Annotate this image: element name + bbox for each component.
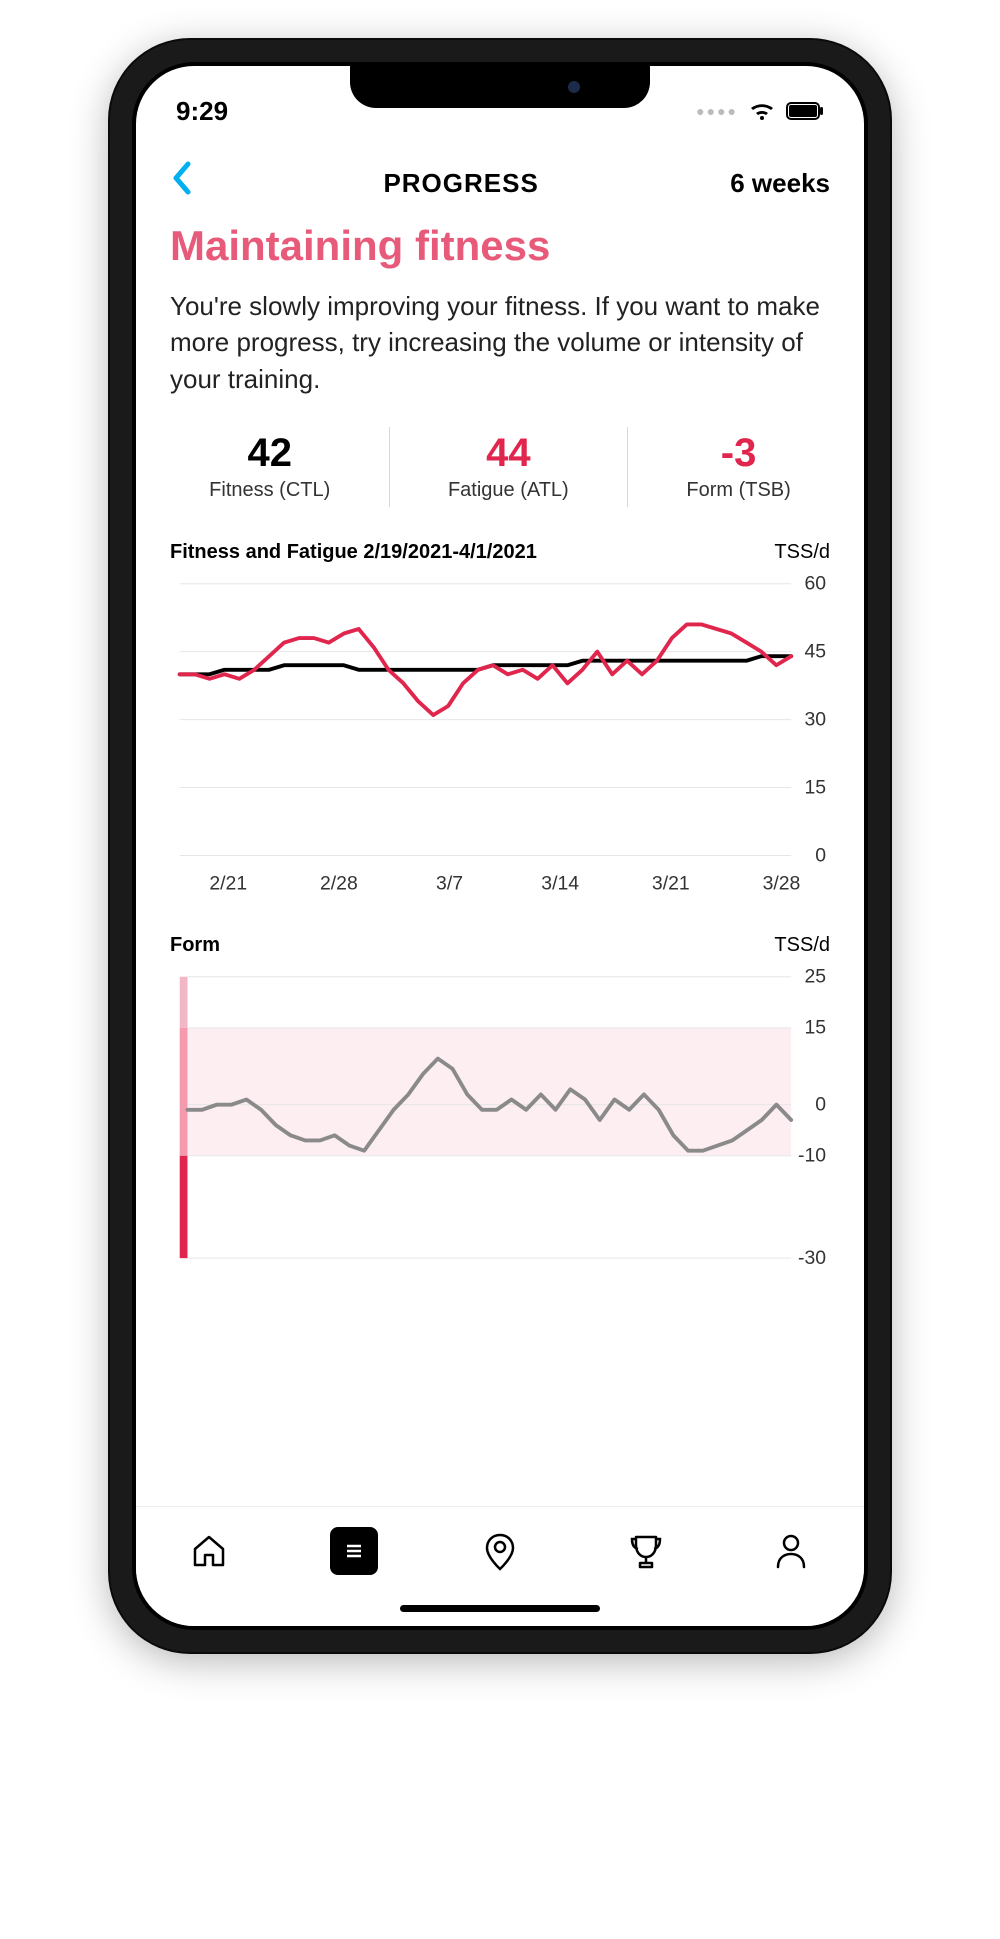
- cell-signal-icon: ●●●●: [696, 103, 738, 119]
- tab-trophy[interactable]: [622, 1527, 670, 1575]
- svg-text:3/7: 3/7: [436, 873, 463, 895]
- nav-header: PROGRESS 6 weeks: [136, 136, 864, 216]
- svg-text:0: 0: [815, 1094, 826, 1116]
- metric-form-label: Form (TSB): [686, 479, 790, 502]
- metric-fatigue-value: 44: [448, 433, 569, 473]
- svg-text:30: 30: [805, 709, 827, 731]
- svg-text:-30: -30: [798, 1247, 826, 1268]
- status-body: You're slowly improving your fitness. If…: [170, 288, 830, 397]
- chart1-unit: TSS/d: [774, 541, 830, 564]
- divider: [627, 427, 628, 507]
- svg-text:0: 0: [815, 844, 826, 866]
- svg-text:3/28: 3/28: [763, 873, 801, 895]
- tab-profile[interactable]: [767, 1527, 815, 1575]
- svg-text:15: 15: [805, 1017, 827, 1039]
- chart1-title: Fitness and Fatigue 2/19/2021-4/1/2021: [170, 541, 537, 564]
- svg-text:2/21: 2/21: [209, 873, 247, 895]
- status-time: 9:29: [176, 96, 228, 127]
- screen: 9:29 ●●●● PROGRESS 6 weeks Maintaining f…: [136, 66, 864, 1626]
- chart2-plot[interactable]: -30 -10 0 15 25: [170, 967, 830, 1268]
- metrics-row: 42 Fitness (CTL) 44 Fatigue (ATL) -3 For…: [170, 427, 830, 507]
- svg-text:-10: -10: [798, 1145, 826, 1167]
- chart2-title: Form: [170, 934, 220, 957]
- page-title: PROGRESS: [383, 168, 538, 199]
- metric-fatigue: 44 Fatigue (ATL): [428, 433, 589, 502]
- fitness-fatigue-chart: Fitness and Fatigue 2/19/2021-4/1/2021 T…: [170, 541, 830, 904]
- back-button[interactable]: [170, 160, 192, 206]
- svg-text:2/28: 2/28: [320, 873, 358, 895]
- svg-text:60: 60: [805, 574, 827, 595]
- chart1-plot[interactable]: 0 15 30 45 60 2/21 2/28 3/7 3/14 3/21 3/28: [170, 574, 830, 904]
- svg-text:3/14: 3/14: [541, 873, 579, 895]
- metric-fitness-value: 42: [209, 433, 330, 473]
- metric-form-value: -3: [686, 433, 790, 473]
- status-headline: Maintaining fitness: [170, 222, 830, 270]
- chart2-unit: TSS/d: [774, 934, 830, 957]
- wifi-icon: [748, 100, 776, 122]
- divider: [389, 427, 390, 507]
- svg-text:3/21: 3/21: [652, 873, 690, 895]
- metric-fatigue-label: Fatigue (ATL): [448, 479, 569, 502]
- phone-frame: 9:29 ●●●● PROGRESS 6 weeks Maintaining f…: [110, 40, 890, 1652]
- svg-text:25: 25: [805, 967, 827, 988]
- svg-text:45: 45: [805, 641, 827, 663]
- range-selector[interactable]: 6 weeks: [730, 168, 830, 199]
- tab-location[interactable]: [476, 1527, 524, 1575]
- tab-progress[interactable]: [330, 1527, 378, 1575]
- metric-fitness-label: Fitness (CTL): [209, 479, 330, 502]
- tab-home[interactable]: [185, 1527, 233, 1575]
- battery-icon: [786, 102, 824, 120]
- device-notch: [350, 66, 650, 108]
- home-indicator[interactable]: [400, 1605, 600, 1612]
- form-chart: Form TSS/d -30 -10 0 15 25: [170, 934, 830, 1268]
- metric-form: -3 Form (TSB): [666, 433, 810, 502]
- svg-text:15: 15: [805, 777, 827, 799]
- metric-fitness: 42 Fitness (CTL): [189, 433, 350, 502]
